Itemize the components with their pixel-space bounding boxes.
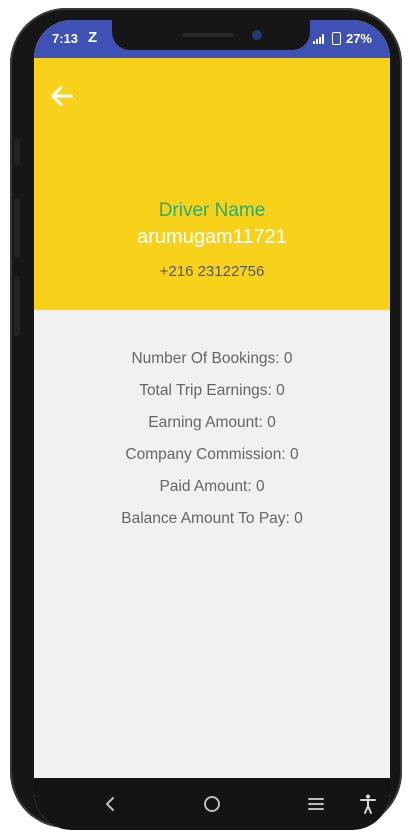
hamburger-menu-icon[interactable]	[304, 792, 328, 816]
stat-balance-amount: Balance Amount To Pay: 0	[121, 510, 303, 527]
speaker-grille	[182, 33, 234, 37]
earnings-stats: Number Of Bookings: 0 Total Trip Earning…	[34, 348, 390, 540]
app-screen: 7:13 Z 4G 27% Driver Name arumugam11721 …	[34, 20, 390, 830]
battery-icon	[331, 32, 341, 45]
stat-total-trip-earnings: Total Trip Earnings: 0	[139, 382, 285, 399]
system-nav-bar	[34, 778, 390, 830]
volume-down-button	[14, 276, 20, 336]
stat-number-of-bookings: Number Of Bookings: 0	[131, 350, 293, 367]
circle-home-icon[interactable]	[200, 792, 224, 816]
notification-icon: Z	[88, 29, 98, 46]
arrow-left-icon[interactable]	[48, 82, 76, 110]
driver-name-value: arumugam11721	[137, 226, 287, 248]
battery-percent: 27%	[345, 31, 372, 46]
stat-earning-amount: Earning Amount: 0	[148, 414, 276, 431]
chevron-left-icon[interactable]	[98, 792, 122, 816]
driver-name-label: Driver Name	[158, 200, 266, 221]
side-button-top	[14, 138, 20, 166]
signal-icon	[312, 34, 324, 44]
stat-paid-amount: Paid Amount: 0	[159, 478, 265, 495]
status-time: 7:13	[52, 31, 79, 46]
driver-phone: +216 23122756	[159, 263, 265, 280]
stat-company-commission: Company Commission: 0	[125, 446, 299, 463]
front-camera	[252, 30, 262, 40]
accessibility-icon[interactable]	[356, 792, 380, 816]
driver-header: Driver Name arumugam11721 +216 23122756	[34, 58, 390, 310]
volume-up-button	[14, 198, 20, 258]
